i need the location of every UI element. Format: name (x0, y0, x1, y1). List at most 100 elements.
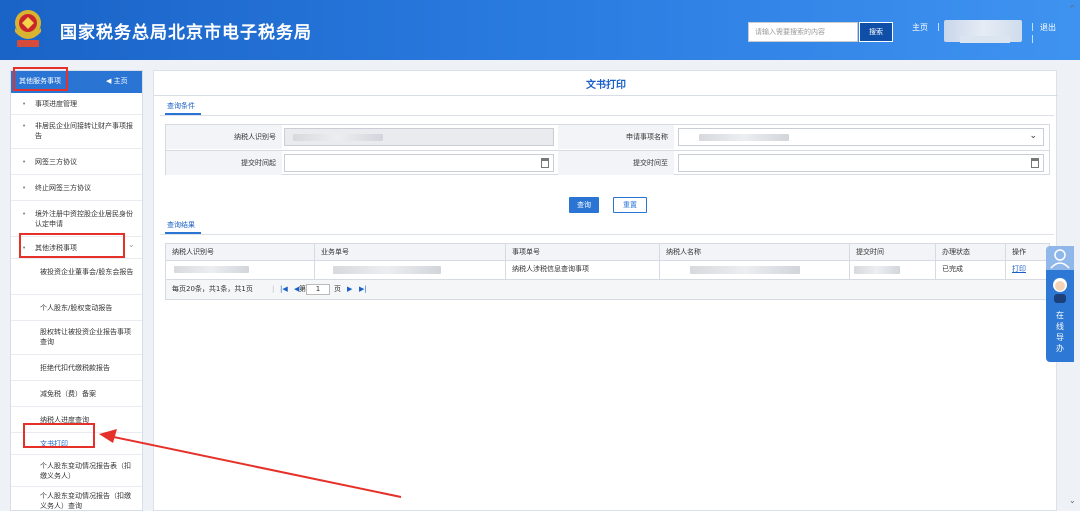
top-home-link[interactable]: 主页 (912, 22, 928, 33)
sidebar-item-label: 网签三方协议 (35, 158, 77, 166)
top-header: 国家税务总局北京市电子税务局 请输入需要搜索的内容 搜索 主页 | | | 退出… (0, 0, 1080, 60)
sidebar-subitem-label: 股权转让被投资企业报告事项查询 (40, 328, 131, 346)
query-button[interactable]: 查询 (569, 197, 599, 213)
submit-from-label: 提交时间起 (166, 151, 282, 175)
page-number-input[interactable]: 1 (306, 284, 330, 295)
submit-to-date-input[interactable] (678, 154, 1044, 172)
bullet-icon: • (22, 122, 27, 130)
search-button[interactable]: 搜索 (859, 22, 893, 42)
logout-link[interactable]: 退出 (1040, 22, 1056, 33)
tab-divider (160, 115, 1054, 116)
first-page-icon[interactable]: |◀ (280, 280, 288, 298)
calendar-icon[interactable] (541, 158, 549, 168)
online-guide-body[interactable]: 在线导办 (1046, 270, 1074, 362)
sidebar-item-label: 境外注册中资控股企业居民身份认定申请 (35, 210, 133, 228)
col-action: 操作 (1012, 248, 1026, 256)
back-arrow-icon: ◀ (106, 77, 112, 85)
sidebar-item-tripartite[interactable]: • 网签三方协议 (11, 149, 142, 175)
table-pager: 每页20条，共1条，共1页 | |◀ ◀ 第 1 页 ▶ ▶| (165, 280, 1050, 300)
top-separator-3: | (1031, 34, 1034, 43)
print-link[interactable]: 打印 (1012, 265, 1026, 273)
sidebar-item-resident-identity[interactable]: • 境外注册中资控股企业居民身份认定申请 (11, 201, 142, 237)
user-info-redacted-line (960, 36, 1010, 43)
sidebar-item-label: 终止网签三方协议 (35, 184, 91, 192)
annotation-box-sidebar-header (13, 67, 68, 91)
bullet-icon: • (22, 184, 27, 192)
taxpayer-id-field (284, 128, 554, 146)
tab-divider (160, 234, 1054, 235)
sidebar-subitem-tax-relief[interactable]: 减免税（费）备案 (11, 381, 142, 407)
sidebar-subitem-label: 拒绝代扣代缴税款报告 (40, 364, 110, 372)
assistant-avatar-icon (1053, 278, 1067, 303)
cell-taxpayer-id (166, 261, 315, 279)
sidebar-subitem-label: 被投资企业董事会/股东会报告 (40, 268, 134, 276)
tab-query-results[interactable]: 查询结果 (167, 220, 195, 230)
chevron-down-icon: ⌄ (128, 240, 135, 249)
form-row-2: 提交时间起 提交时间至 (166, 150, 1049, 175)
submit-from-date-input[interactable] (284, 154, 554, 172)
sidebar-subitem-board-report[interactable]: 被投资企业董事会/股东会报告 (11, 259, 142, 295)
table-header: 纳税人识别号 业务单号 事项单号 纳税人名称 提交时间 办理状态 操作 (165, 243, 1050, 261)
sidebar-item-label: 非居民企业间接转让财产事项报告 (35, 122, 133, 140)
matter-name-label: 申请事项名称 (558, 125, 674, 149)
redacted-value (854, 266, 900, 274)
sidebar-subitem-shareholder-change[interactable]: 个人股东/股权变动报告 (11, 295, 142, 321)
col-taxpayer-name: 纳税人名称 (660, 244, 850, 260)
col-matter-no: 事项单号 (506, 244, 660, 260)
site-title: 国家税务总局北京市电子税务局 (60, 23, 312, 43)
sidebar-item-progress[interactable]: • 事项进度管理 (11, 93, 142, 115)
sidebar-item-terminate-tripartite[interactable]: • 终止网签三方协议 (11, 175, 142, 201)
last-page-icon[interactable]: ▶| (359, 280, 367, 298)
search-input[interactable]: 请输入需要搜索的内容 (748, 22, 858, 42)
sidebar-subitem-label: 减免税（费）备案 (40, 390, 96, 398)
tab-query-conditions[interactable]: 查询条件 (167, 101, 195, 111)
query-form: 纳税人识别号 申请事项名称 ⌄ 提交时间起 提交时间至 (165, 124, 1050, 175)
redacted-value (333, 266, 441, 274)
pager-divider: | (272, 285, 275, 293)
col-status: 办理状态 (936, 244, 1006, 260)
sidebar-subitem-label: 个人股东/股权变动报告 (40, 304, 113, 312)
user-icon (1046, 246, 1074, 270)
sidebar-item-nonresident[interactable]: • 非居民企业间接转让财产事项报告 (11, 115, 142, 149)
table-row: 纳税人涉税信息查询事项 已完成 打印 (165, 261, 1050, 280)
cell-submit-time (850, 261, 936, 279)
online-guide-widget[interactable]: 在线导办 (1046, 246, 1074, 362)
calendar-icon[interactable] (1031, 158, 1039, 168)
next-page-icon[interactable]: ▶ (347, 280, 352, 298)
top-separator: | (937, 22, 940, 31)
cell-matter: 纳税人涉税信息查询事项 (506, 261, 660, 279)
scroll-up-icon[interactable]: ^ (1069, 4, 1076, 13)
chevron-down-icon: ⌄ (1029, 131, 1037, 141)
annotation-arrow-icon (99, 429, 402, 498)
cell-action: 打印 (1006, 261, 1049, 279)
sidebar-subitem-equity-transfer-query[interactable]: 股权转让被投资企业报告事项查询 (11, 321, 142, 355)
pager-info: 每页20条，共1条，共1页 (172, 285, 253, 293)
col-submit-time: 提交时间 (850, 244, 936, 260)
submit-to-label: 提交时间至 (558, 151, 674, 175)
reset-button[interactable]: 重置 (613, 197, 647, 213)
annotation-box-document-print (23, 423, 95, 448)
top-separator-2: | (1031, 22, 1034, 31)
page-suffix: 页 (334, 285, 341, 293)
cell-status: 已完成 (936, 261, 1006, 279)
online-guide-label: 在线导办 (1056, 311, 1064, 353)
form-row-1: 纳税人识别号 申请事项名称 ⌄ (166, 125, 1049, 150)
col-business-no: 业务单号 (315, 244, 506, 260)
cell-business-no (315, 261, 506, 279)
bullet-icon: • (22, 210, 27, 218)
sidebar-home-link[interactable]: ◀ 主页 (106, 76, 128, 86)
redacted-value (174, 266, 249, 273)
scroll-down-icon[interactable]: ⌄ (1069, 496, 1076, 505)
page-title: 文书打印 (586, 80, 626, 91)
matter-name-select[interactable]: ⌄ (678, 128, 1044, 146)
taxpayer-id-label: 纳税人识别号 (166, 125, 282, 149)
redacted-value (690, 266, 800, 274)
sidebar-item-label: 事项进度管理 (35, 100, 77, 108)
sidebar-home-label: 主页 (113, 77, 128, 85)
sidebar-subitem-refuse-withholding[interactable]: 拒绝代扣代缴税款报告 (11, 355, 142, 381)
col-taxpayer-id: 纳税人识别号 (166, 244, 315, 260)
bullet-icon: • (22, 158, 27, 166)
tax-emblem-icon (15, 10, 41, 47)
title-divider (154, 95, 1058, 96)
redacted-value (699, 134, 789, 141)
